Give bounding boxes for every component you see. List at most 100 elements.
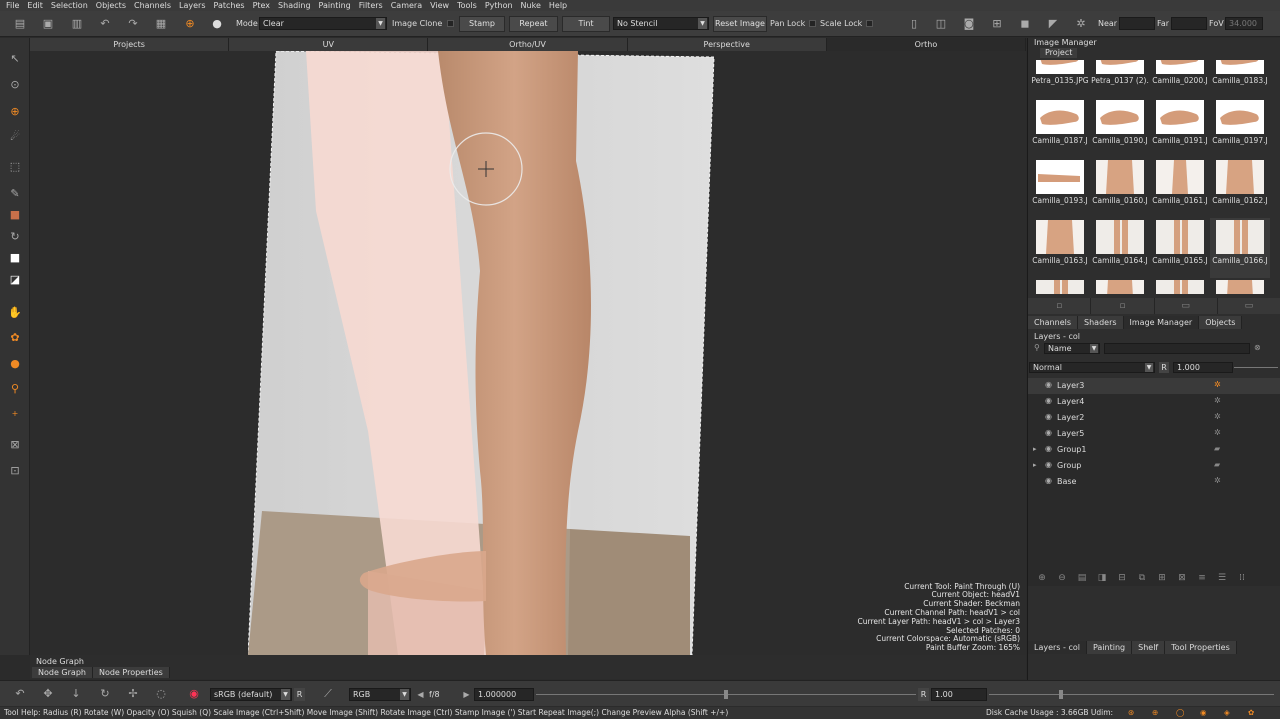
marquee-icon[interactable]: ⬚ [6, 158, 24, 176]
menu-python[interactable]: Python [485, 0, 513, 11]
near-input[interactable] [1119, 17, 1155, 30]
viewport-tab-perspective[interactable]: Perspective [627, 38, 827, 51]
image-thumbnail[interactable]: Camilla_0187.J [1030, 98, 1090, 158]
status-udim-icon[interactable]: ⊛ [1128, 707, 1134, 719]
repeat-button[interactable]: Repeat [509, 16, 558, 32]
menu-ptex[interactable]: Ptex [253, 0, 270, 11]
layer-row[interactable]: ◉ Layer2 ✲ [1028, 410, 1280, 426]
camera-icon[interactable]: ◙ [961, 16, 977, 32]
image-thumbnail[interactable]: Camilla_0190.J [1090, 98, 1150, 158]
layer-filter-input[interactable] [1104, 343, 1250, 354]
add-adjustment-icon[interactable]: ⊖ [1052, 568, 1072, 588]
image-thumbnail[interactable]: Camilla_0193.J [1030, 158, 1090, 218]
opacity-slider[interactable] [1234, 367, 1278, 368]
select-arrow-icon[interactable]: ↖ [6, 50, 24, 68]
patch-frame-icon[interactable]: ⊡ [6, 462, 24, 480]
far-input[interactable] [1171, 17, 1207, 30]
colorspace-r-button[interactable]: R [294, 688, 305, 701]
tab-painting[interactable]: Painting [1086, 641, 1133, 654]
patch-select-icon[interactable]: ⊠ [6, 436, 24, 454]
exposure-slider-knob[interactable] [724, 690, 728, 699]
tab-node-graph[interactable]: Node Graph [32, 667, 93, 678]
paint-through-icon[interactable]: ⊕ [182, 16, 198, 32]
eye-icon[interactable]: ◉ [1045, 428, 1052, 437]
tab-shelf[interactable]: Shelf [1132, 641, 1166, 654]
layer-row[interactable]: ◉ Base ✲ [1028, 474, 1280, 490]
image-thumbnail[interactable]: Camilla_0200.J [1150, 60, 1210, 98]
undo-tool-icon[interactable]: ↶ [97, 16, 113, 32]
status-layer-icon[interactable]: ◈ [1224, 707, 1230, 719]
menu-patches[interactable]: Patches [214, 0, 245, 11]
image-thumbnail[interactable]: Camilla_0161.J [1150, 158, 1210, 218]
menu-painting[interactable]: Painting [319, 0, 351, 11]
channel-select[interactable]: RGB ▼ [349, 688, 411, 701]
color-wheel-icon[interactable]: ◉ [186, 686, 202, 702]
eye-icon[interactable]: ◉ [1045, 412, 1052, 421]
clone-icon[interactable]: ✿ [6, 329, 24, 347]
layer-row[interactable]: ▸ ◉ Group1 ▰ [1028, 442, 1280, 458]
eyedropper-icon[interactable]: ✎ [6, 185, 24, 203]
layer-row[interactable]: ◉ Layer4 ✲ [1028, 394, 1280, 410]
doc-icon[interactable]: ▫ [1028, 298, 1092, 314]
light-icon[interactable]: ✲ [1073, 16, 1089, 32]
merge-icon[interactable]: ⊟ [1112, 568, 1132, 588]
close-file-icon[interactable]: ▣ [40, 16, 56, 32]
paint-viewport[interactable]: Current Tool: Paint Through (U) Current O… [30, 51, 1026, 655]
smudge-icon[interactable]: ☄ [6, 128, 24, 146]
layer-opacity-input[interactable]: 1.000 [1173, 362, 1233, 373]
rotate-icon[interactable]: ↻ [97, 686, 113, 702]
image-thumbnail[interactable]: Camilla_0160.J [1090, 158, 1150, 218]
status-dot-icon[interactable]: ◉ [1200, 707, 1207, 719]
bars-icon[interactable]: ☰ [1212, 568, 1232, 588]
small-plus-icon[interactable]: + [6, 405, 24, 423]
duplicate-icon[interactable]: ⧉ [1132, 568, 1152, 588]
clear-icon[interactable]: ⊗ [1254, 343, 1261, 352]
image-thumbnail[interactable]: Camilla_0166.J [1210, 218, 1270, 278]
dodge-icon[interactable]: ⚲ [6, 380, 24, 398]
tab-tool-properties[interactable]: Tool Properties [1165, 641, 1237, 654]
layout-icon[interactable]: ◫ [933, 16, 949, 32]
menu-shading[interactable]: Shading [278, 0, 311, 11]
scale-lock-checkbox[interactable] [866, 20, 873, 27]
gamma-slider-knob[interactable] [1059, 690, 1063, 699]
align-icon[interactable]: ≡ [1192, 568, 1212, 588]
transform-icon[interactable]: ⊙ [6, 76, 24, 94]
paint-hand-icon[interactable]: ✋ [6, 304, 24, 322]
foreground-color-swatch[interactable]: ■ [6, 249, 24, 267]
gamma-input[interactable]: 1.00 [931, 688, 987, 701]
image-thumbnail[interactable] [1150, 278, 1210, 294]
eye-icon[interactable]: ◉ [1045, 460, 1052, 469]
layer-row[interactable]: ▸ ◉ Group ▰ [1028, 458, 1280, 474]
image-thumbnail[interactable]: Camilla_0163.J [1030, 218, 1090, 278]
add-icon[interactable]: ⊞ [1152, 568, 1172, 588]
image-thumbnail[interactable]: Camilla_0162.J [1210, 158, 1270, 218]
eye-icon[interactable]: ◉ [1045, 444, 1052, 453]
tab-objects[interactable]: Objects [1199, 316, 1243, 329]
rotate-tool-icon[interactable]: ↻ [6, 228, 24, 246]
tab-project[interactable]: Project [1040, 48, 1078, 58]
colorspace-select[interactable]: sRGB (default) ▼ [210, 688, 292, 701]
grid-icon[interactable]: ⊞ [989, 16, 1005, 32]
status-clone-icon[interactable]: ✿ [1248, 707, 1254, 719]
menu-objects[interactable]: Objects [96, 0, 126, 11]
eye-icon[interactable]: ◉ [1045, 396, 1052, 405]
add-layer-icon[interactable]: ⊕ [1032, 568, 1052, 588]
image-thumbnail[interactable]: Camilla_0191.J [1150, 98, 1210, 158]
layer-filter-select[interactable]: Name ▼ [1044, 343, 1100, 354]
new-icon[interactable]: ▤ [12, 16, 28, 32]
undo-icon[interactable]: ↶ [12, 686, 28, 702]
fill-icon[interactable]: ■ [6, 206, 24, 224]
split-view-icon[interactable]: ▯ [906, 16, 922, 32]
tab-layers-col[interactable]: Layers - col [1028, 641, 1087, 654]
mode-select[interactable]: Clear ▼ [259, 17, 387, 30]
grid-small-icon[interactable]: ⁞⁞ [1232, 568, 1252, 588]
tint-button[interactable]: Tint [562, 16, 610, 32]
reset-image-button[interactable]: Reset Image [713, 16, 767, 32]
cube-icon[interactable]: ◼ [1017, 16, 1033, 32]
play-right-icon[interactable]: ▶ [461, 688, 472, 701]
down-arrow-icon[interactable]: ↓ [68, 686, 84, 702]
viewport-tab-uv[interactable]: UV [229, 38, 429, 51]
image-clone-checkbox[interactable] [447, 20, 454, 27]
menu-layers[interactable]: Layers [179, 0, 205, 11]
image-thumbnail[interactable] [1210, 278, 1270, 294]
